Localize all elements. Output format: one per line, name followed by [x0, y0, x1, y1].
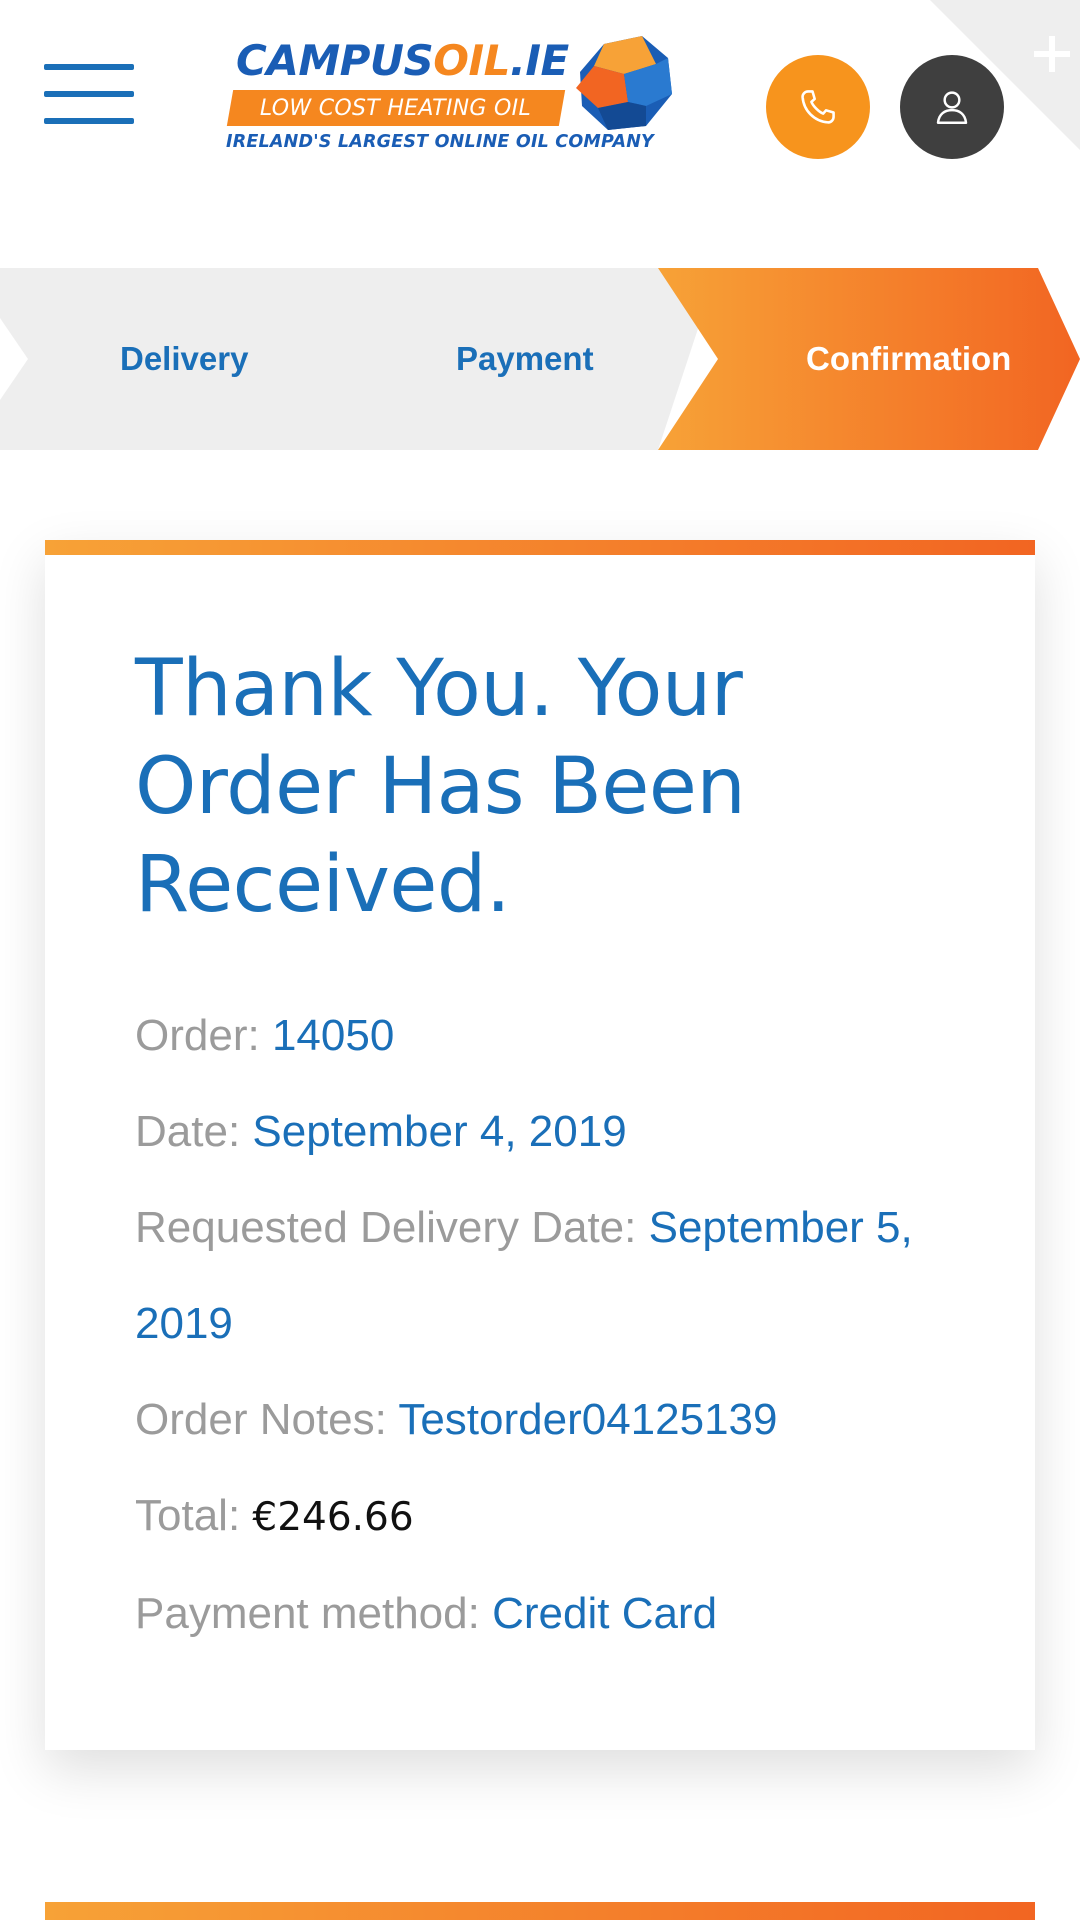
- step-payment[interactable]: Payment: [456, 268, 594, 450]
- order-date-value: September 4, 2019: [252, 1107, 627, 1156]
- step-confirmation: Confirmation: [806, 340, 1012, 377]
- order-date-label: Date:: [135, 1107, 241, 1156]
- site-logo[interactable]: CAMPUSOIL.IE LOW COST HEATING OIL IRELAN…: [226, 36, 676, 156]
- checkout-steps: Delivery Payment Confirmation: [0, 268, 1080, 450]
- corner-plus-tab[interactable]: [930, 0, 1080, 150]
- order-notes-label: Order Notes:: [135, 1395, 387, 1444]
- step-delivery[interactable]: Delivery: [120, 268, 248, 450]
- hamburger-menu-icon[interactable]: [44, 64, 136, 124]
- page: CAMPUSOIL.IE LOW COST HEATING OIL IRELAN…: [0, 0, 1080, 1920]
- order-number-label: Order:: [135, 1011, 260, 1060]
- phone-button[interactable]: [766, 55, 870, 159]
- delivery-date-row: Requested Delivery Date: September 5, 20…: [135, 1180, 955, 1372]
- site-header: CAMPUSOIL.IE LOW COST HEATING OIL IRELAN…: [0, 0, 1080, 200]
- payment-method-value: Credit Card: [492, 1589, 718, 1638]
- logo-tagline: LOW COST HEATING OIL: [260, 95, 532, 121]
- order-number-row: Order: 14050: [135, 988, 955, 1084]
- delivery-date-label: Requested Delivery Date:: [135, 1203, 637, 1252]
- order-number-value: 14050: [271, 1011, 395, 1060]
- logo-subline: IRELAND'S LARGEST ONLINE OIL COMPANY: [226, 132, 654, 152]
- payment-method-row: Payment method: Credit Card: [135, 1566, 955, 1662]
- order-confirmation-card: Thank You. Your Order Has Been Received.…: [45, 540, 1035, 1750]
- confirmation-title: Thank You. Your Order Has Been Received.: [135, 644, 746, 930]
- order-details: Order: 14050 Date: September 4, 2019 Req…: [135, 988, 955, 1662]
- order-total-label: Total:: [135, 1491, 241, 1540]
- phone-icon: [801, 90, 835, 124]
- logo-brand-part2: OIL: [433, 36, 510, 85]
- payment-method-label: Payment method:: [135, 1589, 480, 1638]
- order-notes-row: Order Notes: Testorder04125139: [135, 1372, 955, 1468]
- logo-cube-icon: [576, 36, 672, 130]
- order-total-value: €246.66: [252, 1495, 414, 1540]
- order-date-row: Date: September 4, 2019: [135, 1084, 955, 1180]
- logo-tagline-banner: LOW COST HEATING OIL: [226, 90, 566, 126]
- logo-brand-part3: .IE: [509, 36, 569, 85]
- order-total-row: Total: €246.66: [135, 1468, 955, 1566]
- card-accent-bar: [45, 540, 1035, 555]
- logo-brand-part1: CAMPUS: [236, 36, 434, 85]
- order-notes-value: Testorder04125139: [398, 1395, 778, 1444]
- next-card-accent-bar: [45, 1902, 1035, 1920]
- logo-wordmark: CAMPUSOIL.IE: [236, 36, 569, 85]
